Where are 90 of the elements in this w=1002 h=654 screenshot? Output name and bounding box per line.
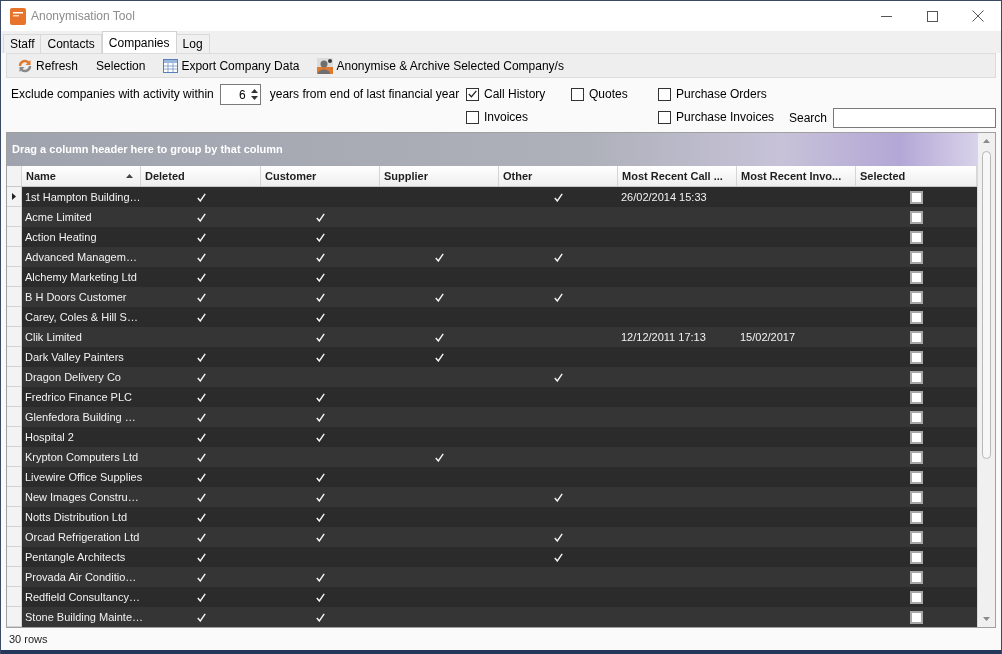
column-header[interactable]: Other <box>499 166 618 186</box>
row-checkbox[interactable] <box>910 430 923 444</box>
column-header[interactable]: Most Recent Invo... <box>737 166 856 186</box>
row-checkbox[interactable] <box>910 450 923 464</box>
company-name: Provada Air Conditio… <box>25 569 137 585</box>
company-name: Livewire Office Supplies <box>25 469 143 485</box>
company-name: Krypton Computers Ltd <box>25 449 139 465</box>
company-name: Glenfedora Building … <box>25 409 136 425</box>
company-name: Acme Limited <box>25 209 92 225</box>
checkbox[interactable] <box>466 87 479 101</box>
filter-label: years from end of last financial year <box>269 86 460 103</box>
checkbox-label: Quotes <box>589 86 628 103</box>
company-name: Orcad Refrigeration Ltd <box>25 529 140 545</box>
date-text: 15/02/2017 <box>740 329 796 345</box>
scrollbar-thumb[interactable] <box>982 151 991 459</box>
row-checkbox[interactable] <box>910 190 923 204</box>
company-name: Redfield Consultancy… <box>25 589 140 605</box>
company-name: 1st Hampton Building… <box>25 189 141 205</box>
company-name: Carey, Coles & Hill S… <box>25 309 138 325</box>
checkbox-label: Call History <box>484 86 546 103</box>
column-header[interactable]: Customer <box>261 166 380 186</box>
column-header[interactable]: Supplier <box>380 166 499 186</box>
scrollbar[interactable] <box>977 133 995 627</box>
row-checkbox[interactable] <box>910 510 923 524</box>
row-checkbox[interactable] <box>910 550 923 564</box>
check-icon <box>468 90 477 98</box>
company-name: Hospital 2 <box>25 429 74 445</box>
row-checkbox[interactable] <box>910 610 923 624</box>
company-name: Alchemy Marketing Ltd <box>25 269 137 285</box>
row-checkbox[interactable] <box>910 210 923 224</box>
window-title: Anonymisation Tool <box>31 8 135 25</box>
checkbox-label: Purchase Invoices <box>676 109 775 126</box>
search-label: Search <box>789 110 828 127</box>
company-name: Dark Valley Painters <box>25 349 124 365</box>
row-checkbox[interactable] <box>910 350 923 364</box>
column-header[interactable]: Selected <box>856 166 977 186</box>
app-icon <box>10 7 26 25</box>
years-spinner[interactable]: 6 <box>219 84 261 105</box>
checkbox[interactable] <box>658 87 671 101</box>
company-name: B H Doors Customer <box>25 289 127 305</box>
checkbox-label: Purchase Orders <box>676 86 767 103</box>
row-checkbox[interactable] <box>910 490 923 504</box>
company-name: New Images Constru… <box>25 489 139 505</box>
row-checkbox[interactable] <box>910 270 923 284</box>
column-header[interactable]: Deleted <box>141 166 261 186</box>
row-checkbox[interactable] <box>910 590 923 604</box>
minimize-icon <box>880 15 892 17</box>
row-header[interactable] <box>7 187 22 207</box>
row-checkbox[interactable] <box>910 410 923 424</box>
row-pointer-icon <box>12 193 16 200</box>
checkbox-label: Invoices <box>484 109 529 126</box>
scroll-up-icon <box>983 139 990 143</box>
column-header[interactable]: Name <box>22 166 141 186</box>
column-header[interactable]: Most Recent Call ... <box>618 166 737 186</box>
close-icon <box>972 10 984 22</box>
tab[interactable]: Log <box>176 34 210 53</box>
sort-ascending-icon <box>126 174 133 178</box>
checkbox[interactable] <box>466 110 479 124</box>
company-name: Advanced Managem… <box>25 249 137 265</box>
row-checkbox[interactable] <box>910 250 923 264</box>
row-checkbox[interactable] <box>910 530 923 544</box>
row-checkbox[interactable] <box>910 570 923 584</box>
date-text: 26/02/2014 15:33 <box>621 189 707 205</box>
tab[interactable]: Staff <box>3 34 42 53</box>
company-name: Stone Building Mainte… <box>25 609 143 625</box>
company-name: Notts Distribution Ltd <box>25 509 128 525</box>
date-text: 12/12/2011 17:13 <box>621 329 706 345</box>
row-checkbox[interactable] <box>910 390 923 404</box>
company-name: Clik Limited <box>25 329 82 345</box>
checkbox[interactable] <box>658 110 671 124</box>
filter-label: Exclude companies with activity within <box>11 86 214 103</box>
tab[interactable]: Contacts <box>41 34 102 53</box>
spin-arrows-icon <box>250 88 258 101</box>
row-count: 30 rows <box>9 631 48 647</box>
row-checkbox[interactable] <box>910 230 923 244</box>
row-checkbox[interactable] <box>910 370 923 384</box>
company-name: Action Heating <box>25 229 97 245</box>
maximize-icon <box>926 10 938 22</box>
search-field[interactable] <box>833 108 996 128</box>
row-checkbox[interactable] <box>910 470 923 484</box>
checkbox[interactable] <box>571 87 584 101</box>
group-panel-hint: Drag a column header here to group by that column <box>12 142 283 158</box>
company-name: Pentangle Architects <box>25 549 126 565</box>
row-checkbox[interactable] <box>910 290 923 304</box>
scroll-down-icon <box>983 617 990 621</box>
row-checkbox[interactable] <box>910 310 923 324</box>
company-name: Fredrico Finance PLC <box>25 389 132 405</box>
row-checkbox[interactable] <box>910 330 923 344</box>
tab[interactable]: Companies <box>101 31 177 53</box>
company-name: Dragon Delivery Co <box>25 369 121 385</box>
